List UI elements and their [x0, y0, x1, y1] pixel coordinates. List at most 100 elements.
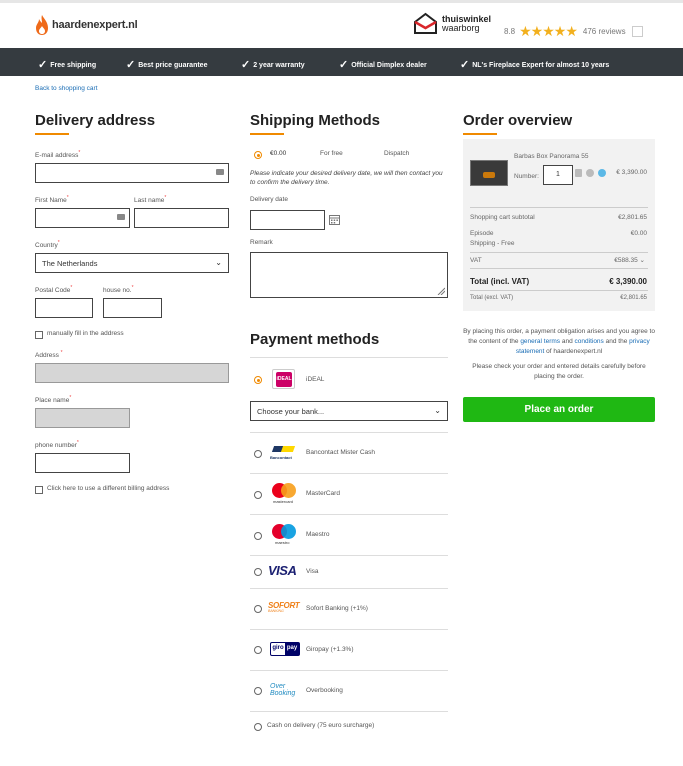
phone-label: phone number* [35, 440, 79, 450]
first-name-label: First Name* [35, 195, 69, 205]
house-number-field[interactable] [103, 298, 162, 318]
visa-logo-icon: VISA [268, 563, 297, 578]
place-name-label: Place name* [35, 395, 72, 405]
site-header: haardenexpert.nl thuiswinkel waarborg 8.… [0, 3, 683, 48]
review-count: 476 reviews [582, 27, 626, 36]
usp-item: ✓ 2 year warranty [241, 59, 305, 71]
usp-item: ✓ NL's Fireplace Expert for almost 10 yea… [460, 59, 610, 71]
ideal-radio[interactable] [254, 376, 262, 384]
shipping-free: For free [320, 150, 343, 157]
ideal-logo-icon: iDEAL [272, 369, 295, 389]
place-name-field[interactable] [35, 408, 130, 428]
billing-address-checkbox[interactable] [35, 486, 43, 494]
thuiswinkel-icon [414, 12, 437, 34]
bancontact-radio[interactable] [254, 450, 262, 458]
visa-radio[interactable] [254, 568, 262, 576]
shipping-radio[interactable] [254, 151, 262, 159]
calendar-icon[interactable] [329, 214, 340, 225]
check-icon: ✓ [126, 59, 136, 71]
shipping-price: €0.00 [270, 150, 287, 157]
last-name-field[interactable] [134, 208, 229, 228]
product-image [470, 160, 508, 186]
maestro-radio[interactable] [254, 532, 262, 540]
trash-icon[interactable] [575, 169, 582, 177]
divider [470, 252, 648, 253]
trust-badge[interactable]: thuiswinkel waarborg [413, 12, 491, 35]
episode-value: €0.00 [630, 230, 647, 237]
quantity-field[interactable]: 1 [543, 165, 573, 185]
title-underline [463, 133, 497, 135]
bancontact-logo-icon: Bancontact [270, 444, 298, 462]
giropay-logo-icon: giro pay [270, 642, 300, 656]
house-number-label: house no.* [103, 285, 134, 295]
sofort-radio[interactable] [254, 605, 262, 613]
usp-item: ✓ Official Dimplex dealer [339, 59, 427, 71]
shipping-free-label: Shipping - Free [470, 240, 515, 247]
place-order-button[interactable]: Place an order [463, 397, 655, 422]
manual-address-label: manually fill in the address [47, 330, 124, 337]
check-icon: ✓ [38, 59, 48, 71]
giropay-radio[interactable] [254, 646, 262, 654]
order-overview-panel: Barbas Box Panorama 55 Number: 1 € 3,390… [463, 139, 655, 311]
autofill-icon [216, 169, 224, 175]
contact-card-icon [117, 214, 125, 220]
remark-textarea[interactable] [250, 252, 448, 298]
ideal-label: iDEAL [306, 376, 325, 383]
bank-select[interactable]: Choose your bank... ⌄ [250, 401, 448, 421]
resize-handle-icon[interactable] [437, 287, 445, 295]
check-icon: ✓ [241, 59, 251, 71]
minus-icon[interactable] [586, 169, 594, 177]
usp-bar: ✓ Free shipping ✓ Best price guarantee ✓ 2 … [0, 48, 683, 76]
trust-name-2: waarborg [442, 22, 480, 33]
general-terms-link[interactable]: general terms [520, 338, 560, 345]
delivery-date-field[interactable] [250, 210, 325, 230]
overbooking-radio[interactable] [254, 687, 262, 695]
overbooking-logo-icon: Over Booking [270, 683, 296, 697]
chevron-down-icon: ⌄ [639, 257, 645, 264]
overview-title: Order overview [463, 112, 573, 129]
bank-placeholder: Choose your bank... [257, 406, 325, 416]
phone-field[interactable] [35, 453, 130, 473]
title-underline [35, 133, 69, 135]
cod-label: Cash on delivery (75 euro surcharge) [267, 722, 375, 729]
vat-toggle[interactable]: €588.35 ⌄ [614, 256, 645, 264]
billing-address-label: Click here to use a different billing ad… [47, 485, 170, 492]
subtotal-value: €2,801.65 [618, 214, 647, 221]
site-logo[interactable]: haardenexpert.nl [35, 13, 138, 37]
delivery-title: Delivery address [35, 112, 156, 129]
flame-icon [36, 15, 48, 35]
total-excl-value: €2,801.65 [620, 295, 647, 301]
rating-score: 8.8 [504, 27, 516, 36]
giropay-label: Giropay (+1.3%) [306, 646, 354, 653]
chevron-down-icon: ⌄ [434, 406, 441, 415]
payment-title: Payment methods [250, 331, 380, 348]
plus-icon[interactable] [598, 169, 606, 177]
address-field[interactable] [35, 363, 229, 383]
country-select[interactable]: The Netherlands ⌄ [35, 253, 229, 273]
postal-code-field[interactable] [35, 298, 93, 318]
cod-radio[interactable] [254, 723, 262, 731]
manual-address-checkbox[interactable] [35, 331, 43, 339]
delivery-date-label: Delivery date [250, 196, 288, 203]
shipping-dispatch: Dispatch [384, 150, 410, 157]
postal-code-label: Postal Code* [35, 285, 73, 295]
conditions-link[interactable]: conditions [575, 338, 604, 345]
subtotal-label: Shopping cart subtotal [470, 214, 535, 221]
back-to-cart-link[interactable]: Back to shopping cart [35, 85, 98, 92]
episode-label: Episode [470, 230, 494, 237]
usp-item: ✓ Free shipping [38, 59, 97, 71]
country-label: Country* [35, 240, 60, 250]
rating-widget[interactable]: 8.8 ★★★★★ 476 reviews [504, 23, 643, 40]
star-rating-icon: ★★★★★ [519, 23, 578, 39]
title-underline [250, 133, 284, 135]
mastercard-radio[interactable] [254, 491, 262, 499]
first-name-field[interactable] [35, 208, 130, 228]
logo-text: haardenexpert.nl [52, 19, 138, 31]
product-price: € 3,390.00 [616, 169, 647, 176]
shipping-title: Shipping Methods [250, 112, 380, 129]
email-field[interactable] [35, 163, 229, 183]
country-value: The Netherlands [42, 258, 98, 268]
bancontact-label: Bancontact Mister Cash [306, 449, 376, 456]
divider [250, 357, 448, 358]
total-label: Total (incl. VAT) [470, 277, 530, 286]
